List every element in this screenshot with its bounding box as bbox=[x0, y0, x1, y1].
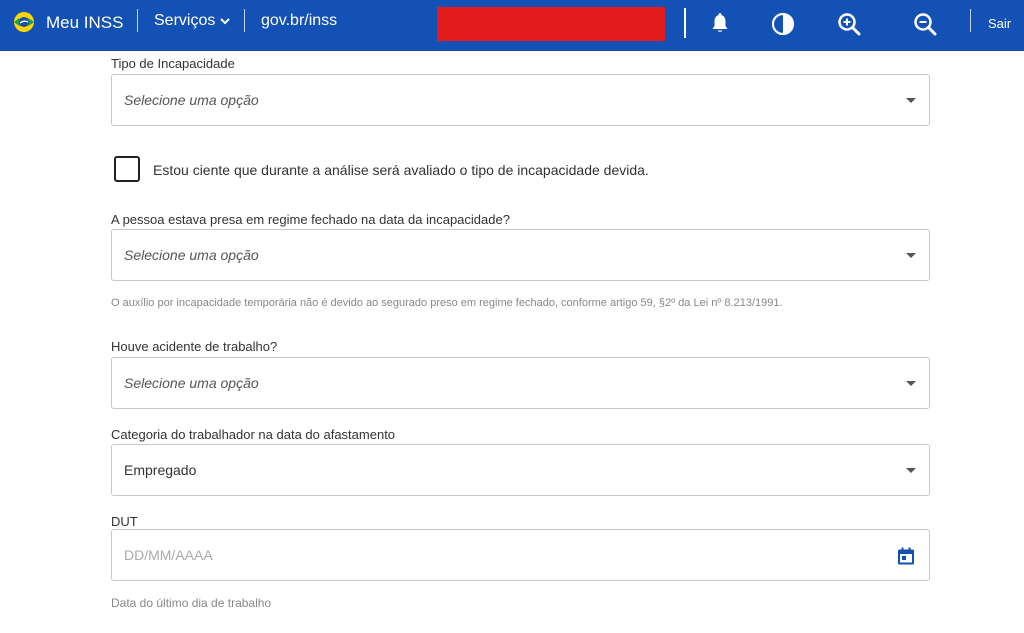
acknowledge-label[interactable]: Estou ciente que durante a análise será … bbox=[153, 162, 649, 178]
bell-icon[interactable] bbox=[707, 11, 733, 37]
contrast-icon[interactable] bbox=[770, 11, 796, 37]
acknowledge-checkbox[interactable] bbox=[114, 156, 140, 182]
dut-help-text: Data do último dia de trabalho bbox=[111, 596, 272, 610]
imprisoned-value: Selecione uma opção bbox=[124, 247, 259, 263]
caret-down-icon bbox=[906, 468, 916, 473]
imprisoned-label: A pessoa estava presa em regime fechado … bbox=[111, 212, 510, 227]
gov-link[interactable]: gov.br/inss bbox=[261, 12, 337, 30]
zoom-out-icon[interactable] bbox=[912, 11, 938, 37]
imprisoned-help-text: O auxílio por incapacidade temporária nã… bbox=[111, 297, 783, 309]
incapacity-type-value: Selecione uma opção bbox=[124, 92, 259, 108]
header-divider bbox=[684, 8, 686, 38]
caret-down-icon bbox=[906, 98, 916, 103]
work-accident-select[interactable]: Selecione uma opção bbox=[111, 357, 930, 409]
work-accident-label: Houve acidente de trabalho? bbox=[111, 339, 278, 354]
services-menu[interactable]: Serviços bbox=[154, 12, 231, 30]
logout-link[interactable]: Sair bbox=[988, 16, 1011, 31]
header-divider bbox=[244, 9, 245, 32]
dut-field bbox=[111, 529, 930, 581]
caret-down-icon bbox=[906, 381, 916, 386]
worker-category-select[interactable]: Empregado bbox=[111, 444, 930, 496]
header-divider bbox=[137, 9, 138, 32]
incapacity-type-select[interactable]: Selecione uma opção bbox=[111, 74, 930, 126]
work-accident-value: Selecione uma opção bbox=[124, 375, 259, 391]
brand-title[interactable]: Meu INSS bbox=[46, 13, 123, 33]
worker-category-label: Categoria do trabalhador na data do afas… bbox=[111, 427, 396, 442]
chevron-down-icon bbox=[220, 18, 231, 25]
caret-down-icon bbox=[906, 253, 916, 258]
dut-label: DUT bbox=[111, 514, 138, 529]
worker-category-value: Empregado bbox=[124, 462, 197, 478]
incapacity-type-label: Tipo de Incapacidade bbox=[111, 56, 235, 71]
imprisoned-select[interactable]: Selecione uma opção bbox=[111, 229, 930, 281]
top-header: Meu INSS Serviços gov.br/inss Sair bbox=[0, 0, 1024, 51]
services-menu-label: Serviços bbox=[154, 12, 216, 29]
dut-input[interactable] bbox=[112, 530, 929, 580]
zoom-in-icon[interactable] bbox=[836, 11, 862, 37]
calendar-icon[interactable] bbox=[896, 546, 916, 566]
redacted-user-info bbox=[437, 7, 665, 41]
header-divider bbox=[970, 9, 971, 32]
inss-logo-icon[interactable] bbox=[9, 11, 39, 33]
